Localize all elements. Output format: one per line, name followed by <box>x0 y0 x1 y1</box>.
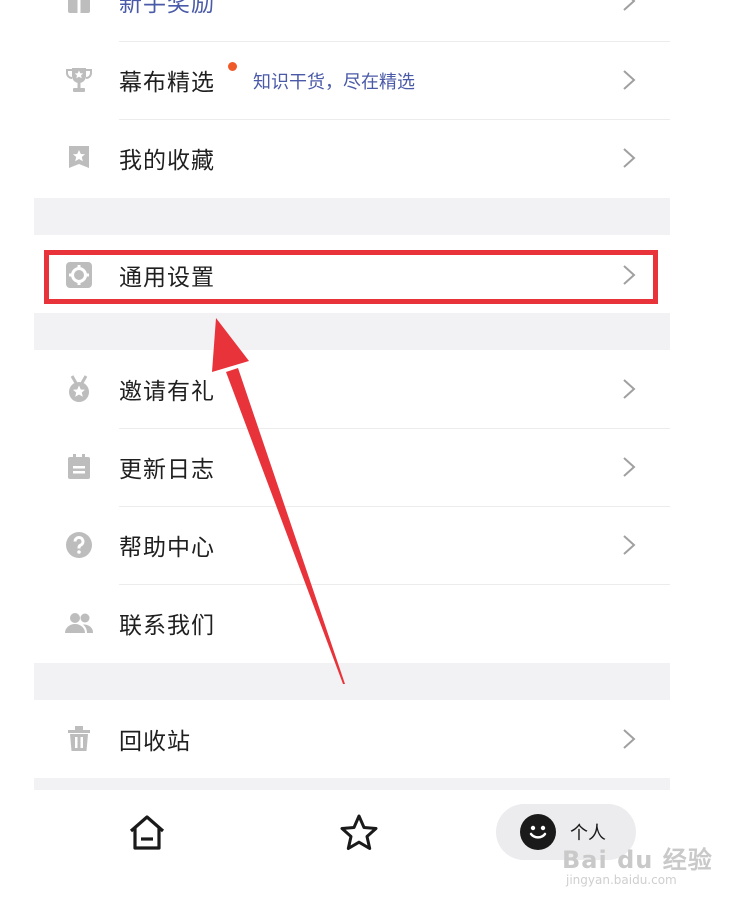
tab-home[interactable] <box>126 812 168 858</box>
trophy-icon <box>64 65 94 95</box>
chevron-right-icon <box>622 147 636 169</box>
menu-item-label: 幕布精选 <box>119 70 215 96</box>
menu-item-contact-us[interactable]: 联系我们 <box>34 584 670 662</box>
chevron-right-icon <box>622 378 636 400</box>
featured-subtitle: 知识干货，尽在精选 <box>253 72 415 93</box>
home-icon <box>126 812 168 854</box>
watermark-main: Bai du 经验 <box>562 846 713 874</box>
phone-screen: 新手奖励 幕布精选 知识干货，尽在精选 我的收藏 通用设置 邀请有礼 更新日志 … <box>34 0 670 890</box>
chevron-right-icon <box>622 728 636 750</box>
chevron-right-icon <box>622 456 636 478</box>
menu-item-my-favorites[interactable]: 我的收藏 <box>34 119 670 197</box>
calendar-icon <box>64 452 94 482</box>
menu-group-bottom: 回收站 <box>34 700 670 778</box>
menu-item-label: 邀请有礼 <box>119 379 215 405</box>
menu-item-label: 更新日志 <box>119 457 215 483</box>
bookmark-star-icon <box>64 143 94 173</box>
menu-group-top: 新手奖励 幕布精选 知识干货，尽在精选 我的收藏 <box>34 0 670 198</box>
menu-item-help-center[interactable]: 帮助中心 <box>34 506 670 584</box>
baidu-jingyan-watermark: Bai du 经验 jingyan.baidu.com <box>562 840 713 887</box>
new-badge-dot <box>228 62 237 71</box>
people-icon <box>64 608 94 638</box>
chevron-right-icon <box>622 69 636 91</box>
help-icon <box>64 530 94 560</box>
menu-item-newbie-reward[interactable]: 新手奖励 <box>34 0 670 40</box>
menu-item-recycle-bin[interactable]: 回收站 <box>34 700 670 778</box>
menu-item-label: 联系我们 <box>119 613 215 639</box>
watermark-sub: jingyan.baidu.com <box>566 873 677 887</box>
menu-item-label: 回收站 <box>119 729 191 755</box>
chevron-right-icon <box>622 0 636 12</box>
highlight-box <box>44 250 658 304</box>
trash-icon <box>64 724 94 754</box>
menu-item-label: 我的收藏 <box>119 148 215 174</box>
tab-favorites[interactable] <box>338 812 380 858</box>
menu-item-label: 帮助中心 <box>119 535 215 561</box>
gift-icon <box>64 0 94 16</box>
chevron-right-icon <box>622 534 636 556</box>
menu-item-changelog[interactable]: 更新日志 <box>34 428 670 506</box>
menu-group-middle: 邀请有礼 更新日志 帮助中心 联系我们 <box>34 350 670 663</box>
star-icon <box>338 812 380 854</box>
smiley-face-icon <box>520 814 556 850</box>
menu-item-label: 新手奖励 <box>119 0 215 17</box>
medal-icon <box>64 374 94 404</box>
menu-item-invite-reward[interactable]: 邀请有礼 <box>34 350 670 428</box>
